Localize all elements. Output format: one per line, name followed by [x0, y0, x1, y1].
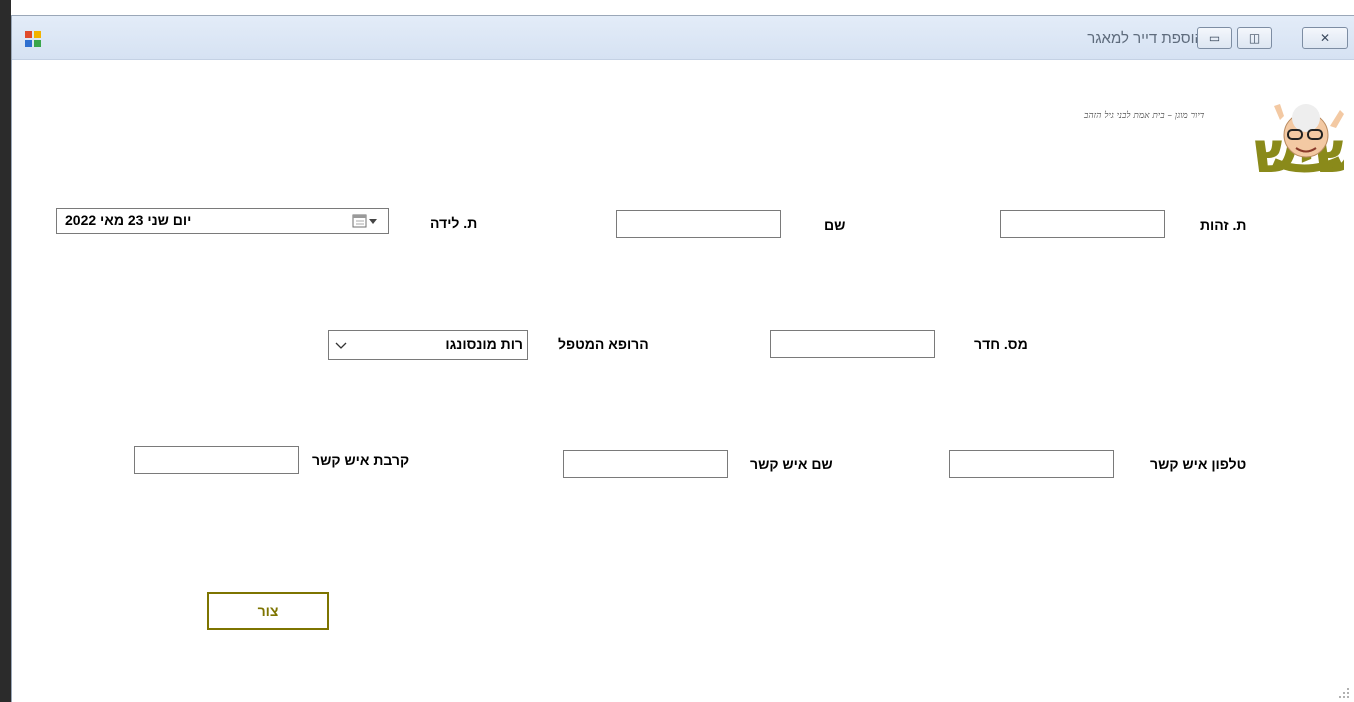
resize-grip-icon[interactable]: [1338, 687, 1350, 699]
contact-relation-label: קרבת איש קשר: [312, 452, 410, 468]
title-bar[interactable]: הוספת דייר למאגר ▭ ◫ ✕: [12, 16, 1354, 60]
screen: הוספת דייר למאגר ▭ ◫ ✕ דיור מוגן – בית א…: [0, 0, 1354, 702]
logo-tagline: דיור מוגן – בית אמת לבני גיל הזהב: [1083, 110, 1205, 121]
birth-date-value: יום שני 23 מאי 2022: [65, 212, 192, 228]
minimize-button[interactable]: ▭: [1197, 27, 1232, 49]
add-resident-window: הוספת דייר למאגר ▭ ◫ ✕ דיור מוגן – בית א…: [11, 15, 1354, 702]
contact-name-input[interactable]: [563, 450, 728, 478]
hakashish-logo: דיור מוגן – בית אמת לבני גיל הזהב הקשיש: [1083, 104, 1344, 186]
room-number-input[interactable]: [770, 330, 935, 358]
contact-phone-label: טלפון איש קשר: [1150, 456, 1247, 472]
form-area: דיור מוגן – בית אמת לבני גיל הזהב הקשיש …: [12, 60, 1354, 702]
contact-name-label: שם איש קשר: [750, 456, 833, 472]
room-number-label: מס. חדר: [974, 336, 1028, 352]
maximize-icon: ◫: [1248, 31, 1261, 45]
birth-date-label: ת. לידה: [430, 215, 478, 231]
contact-relation-input[interactable]: [134, 446, 299, 474]
calendar-dropdown-button[interactable]: [352, 212, 382, 230]
doctor-select[interactable]: רות מונסונגו: [328, 330, 528, 360]
name-input[interactable]: [616, 210, 781, 238]
name-label: שם: [824, 217, 846, 233]
doctor-label: הרופא המטפל: [558, 336, 649, 352]
id-label: ת. זהות: [1200, 217, 1247, 233]
window-title: הוספת דייר למאגר: [1087, 30, 1204, 47]
contact-phone-input[interactable]: [949, 450, 1114, 478]
minimize-icon: ▭: [1208, 31, 1221, 45]
chevron-down-icon: [335, 342, 347, 349]
id-input[interactable]: [1000, 210, 1165, 238]
app-icon: [25, 31, 41, 47]
doctor-selected-value: רות מונסונגו: [445, 336, 523, 352]
maximize-button[interactable]: ◫: [1237, 27, 1272, 49]
birth-date-picker[interactable]: יום שני 23 מאי 2022: [56, 208, 389, 234]
close-window-button[interactable]: ✕: [1302, 27, 1348, 49]
close-icon: ✕: [1319, 31, 1331, 45]
create-button[interactable]: צור: [207, 592, 329, 630]
desktop-frame: [0, 0, 11, 702]
calendar-icon: [352, 214, 377, 228]
